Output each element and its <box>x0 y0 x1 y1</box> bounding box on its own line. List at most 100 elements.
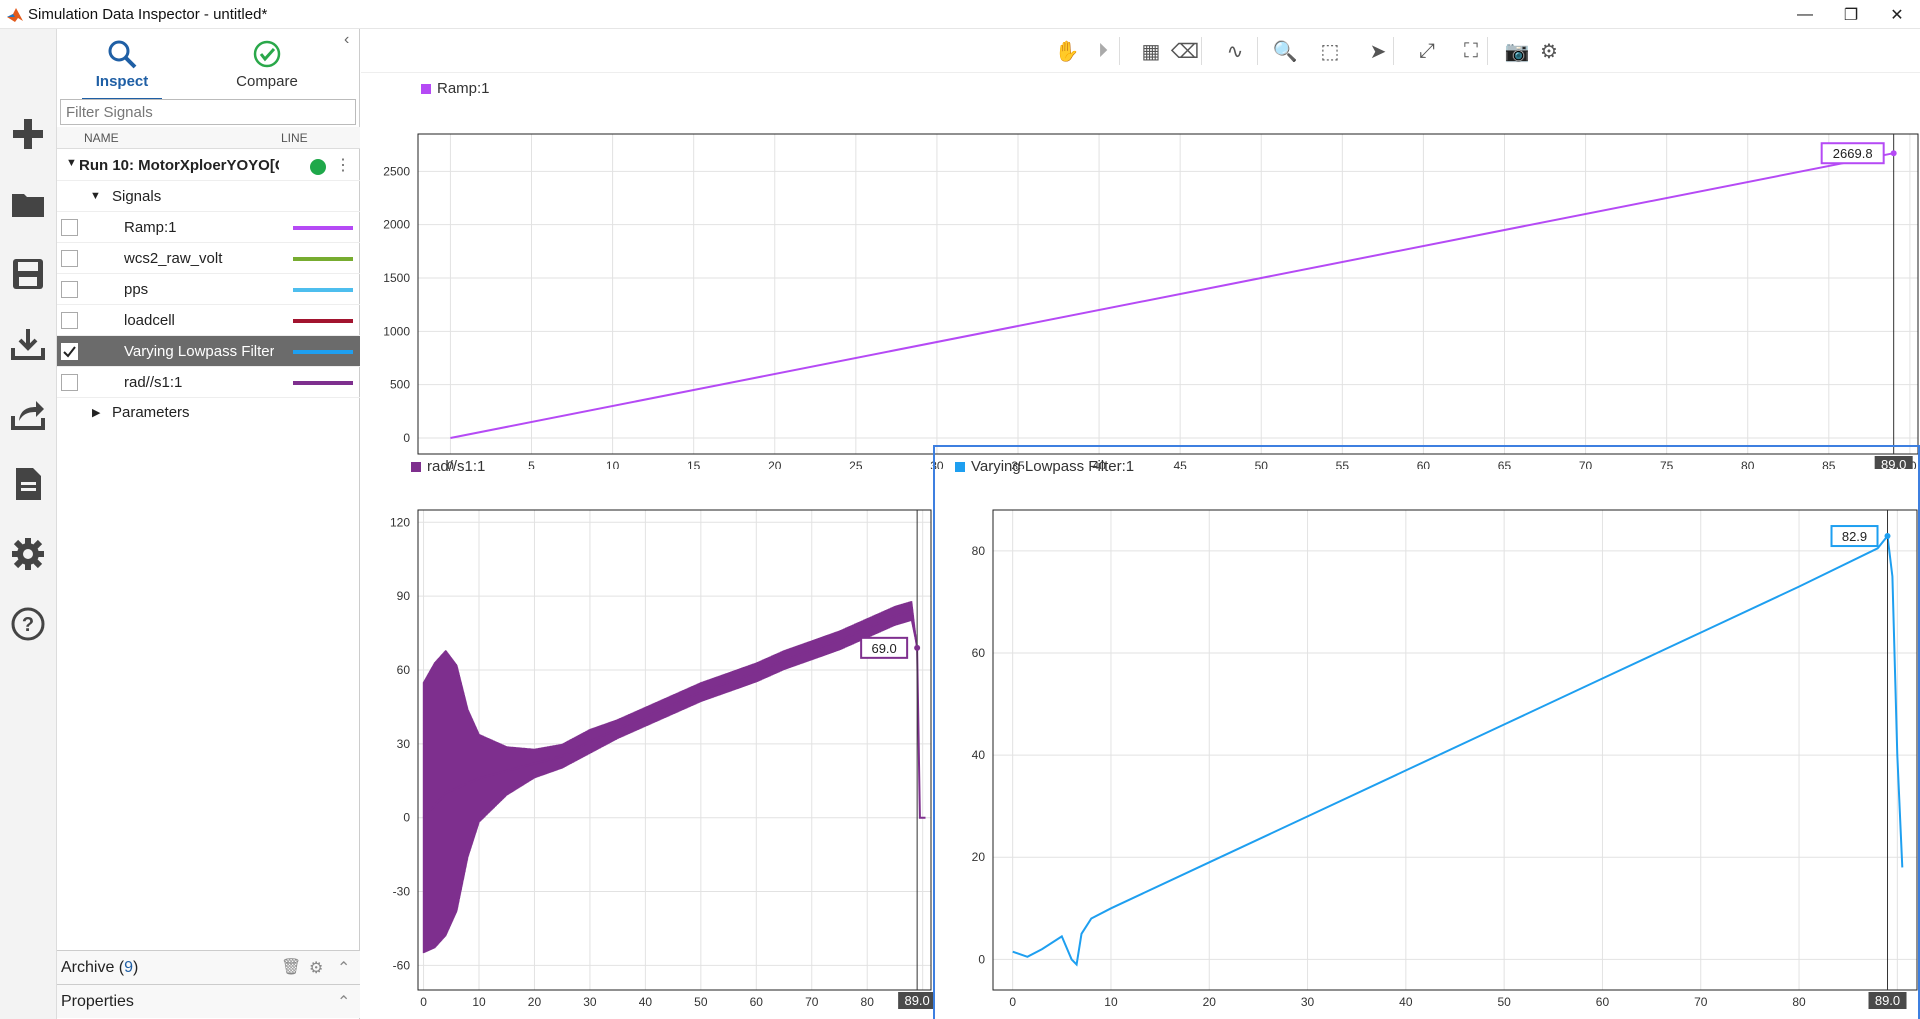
report-button[interactable] <box>8 464 48 504</box>
archive-collapse-icon[interactable]: ⌃ <box>337 958 350 978</box>
run-status-icon <box>310 159 326 175</box>
y-tick-label: 20 <box>972 850 986 864</box>
cursor-value-label: 69.0 <box>871 641 896 656</box>
signal-row[interactable]: wcs2_raw_volt <box>57 243 360 274</box>
x-tick-label: 10 <box>472 995 486 1009</box>
signal-row[interactable]: Varying Lowpass Filter:1 <box>57 336 360 367</box>
signal-row[interactable]: Ramp:1 <box>57 212 360 243</box>
column-name-header[interactable]: NAME <box>84 131 119 145</box>
signal-checkbox[interactable] <box>61 312 78 329</box>
document-icon <box>16 468 41 500</box>
fullscreen-icon[interactable]: ⛶ <box>1457 37 1485 65</box>
collapse-panel-icon[interactable]: ‹ <box>344 31 349 49</box>
fit-icon[interactable]: ⬚ <box>1316 37 1344 65</box>
expand-run-icon[interactable]: ▼ <box>66 157 77 169</box>
archive-section[interactable]: Archive (9) 🗑 ⚙ ⌃ <box>57 950 360 984</box>
y-tick-label: -30 <box>393 885 411 899</box>
layout-icon[interactable]: ▦ <box>1137 37 1165 65</box>
signal-row[interactable]: rad//s1:1 <box>57 367 360 398</box>
gear-icon <box>12 538 44 570</box>
expand-signals-icon[interactable]: ▼ <box>90 190 101 202</box>
save-button[interactable] <box>8 254 48 294</box>
x-tick-label: 0 <box>420 995 427 1009</box>
properties-label: Properties <box>61 993 134 1010</box>
x-tick-label: 60 <box>750 995 764 1009</box>
x-tick-label: 20 <box>1203 995 1217 1009</box>
restore-button[interactable]: ❐ <box>1828 0 1874 29</box>
settings-icon[interactable]: ⚙ <box>1535 37 1563 65</box>
rad-plot[interactable]: 0102030405060708090-60-30030609012089.06… <box>361 464 933 1019</box>
cursor-icon[interactable]: ➤ <box>1364 37 1392 65</box>
signal-line-swatch[interactable] <box>293 381 353 385</box>
y-tick-label: 80 <box>972 544 986 558</box>
run-menu-icon[interactable]: ⋮ <box>335 155 351 175</box>
close-button[interactable]: ✕ <box>1874 0 1920 29</box>
properties-collapse-icon[interactable]: ⌃ <box>337 992 350 1012</box>
properties-section[interactable]: Properties ⌃ <box>57 984 360 1018</box>
minimize-button[interactable]: — <box>1782 0 1828 29</box>
run-label: Run 10: MotorXploerYOYO[Cu <box>79 157 279 174</box>
snapshot-icon[interactable]: 📷 <box>1503 37 1531 65</box>
signal-icon[interactable]: ∿ <box>1221 37 1249 65</box>
download-icon <box>11 329 45 360</box>
new-button[interactable] <box>8 114 48 154</box>
signal-line-swatch[interactable] <box>293 226 353 230</box>
x-tick-label: 40 <box>1399 995 1413 1009</box>
clear-icon[interactable]: ⌫ <box>1171 37 1199 65</box>
cursor-point <box>1890 150 1897 157</box>
trash-icon[interactable]: 🗑 <box>281 957 301 977</box>
signal-name: loadcell <box>124 312 175 329</box>
tab-compare[interactable]: Compare <box>222 35 312 105</box>
tab-inspect[interactable]: Inspect <box>82 35 162 101</box>
signal-name: rad//s1:1 <box>124 374 183 391</box>
signal-checkbox[interactable] <box>61 281 78 298</box>
open-button[interactable] <box>8 184 48 224</box>
preferences-button[interactable] <box>8 534 48 574</box>
title-bar: Simulation Data Inspector - untitled* — … <box>0 0 1920 29</box>
search-icon <box>108 40 137 69</box>
y-tick-label: 500 <box>390 378 410 392</box>
y-tick-label: -60 <box>393 958 411 972</box>
check-circle-icon <box>253 40 281 68</box>
filter-signals-input[interactable] <box>60 99 356 125</box>
x-tick-label: 80 <box>1792 995 1806 1009</box>
help-button[interactable]: ? <box>8 604 48 644</box>
left-toolbar: ? <box>0 29 57 1019</box>
playback-icon[interactable]: ⏵ <box>1089 37 1117 65</box>
y-tick-label: 120 <box>390 515 410 529</box>
export-button[interactable] <box>8 394 48 434</box>
expand-icon[interactable]: ⤢ <box>1413 37 1441 65</box>
signals-group-row[interactable]: ▼ Signals <box>57 181 360 212</box>
signal-line-swatch[interactable] <box>293 257 353 261</box>
plot-toolbar: ✋ ⏵ ▦ ⌫ ∿ 🔍 ⬚ ➤ ⤢ ⛶ 📷 ⚙ <box>361 29 1920 73</box>
ramp-plot[interactable]: 0510152025303540455055606570758085900500… <box>361 89 1920 469</box>
y-tick-label: 0 <box>978 952 985 966</box>
archive-settings-icon[interactable]: ⚙ <box>309 958 323 978</box>
signal-row[interactable]: loadcell <box>57 305 360 336</box>
cursor-point <box>1884 533 1891 540</box>
signal-checkbox[interactable] <box>61 250 78 267</box>
svg-text:?: ? <box>22 614 34 636</box>
signal-checkbox[interactable] <box>61 343 78 360</box>
plus-icon <box>13 119 43 149</box>
signal-line-swatch[interactable] <box>293 319 353 323</box>
signal-row[interactable]: pps <box>57 274 360 305</box>
lowpass-plot[interactable]: 010203040506070809002040608089.082.9 <box>935 464 1920 1019</box>
parameters-group-row[interactable]: ▶ Parameters <box>57 398 360 429</box>
run-row[interactable]: ▼ Run 10: MotorXploerYOYO[Cu ⋮ <box>57 150 360 181</box>
signal-checkbox[interactable] <box>61 219 78 236</box>
signal-panel: Inspect Compare ‹ NAME LINE ▼ Run 10: Mo… <box>57 29 360 1019</box>
expand-parameters-icon[interactable]: ▶ <box>92 406 100 419</box>
y-tick-label: 1000 <box>383 324 410 338</box>
column-header: NAME LINE <box>57 127 360 149</box>
window-title: Simulation Data Inspector - untitled* <box>28 6 268 23</box>
import-button[interactable] <box>8 324 48 364</box>
x-tick-label: 20 <box>528 995 542 1009</box>
pan-icon[interactable]: ✋ <box>1053 37 1081 65</box>
signal-line-swatch[interactable] <box>293 288 353 292</box>
signal-checkbox[interactable] <box>61 374 78 391</box>
x-tick-label: 30 <box>1301 995 1315 1009</box>
column-line-header[interactable]: LINE <box>281 131 308 145</box>
zoom-icon[interactable]: 🔍 <box>1271 37 1299 65</box>
signal-line-swatch[interactable] <box>293 350 353 354</box>
